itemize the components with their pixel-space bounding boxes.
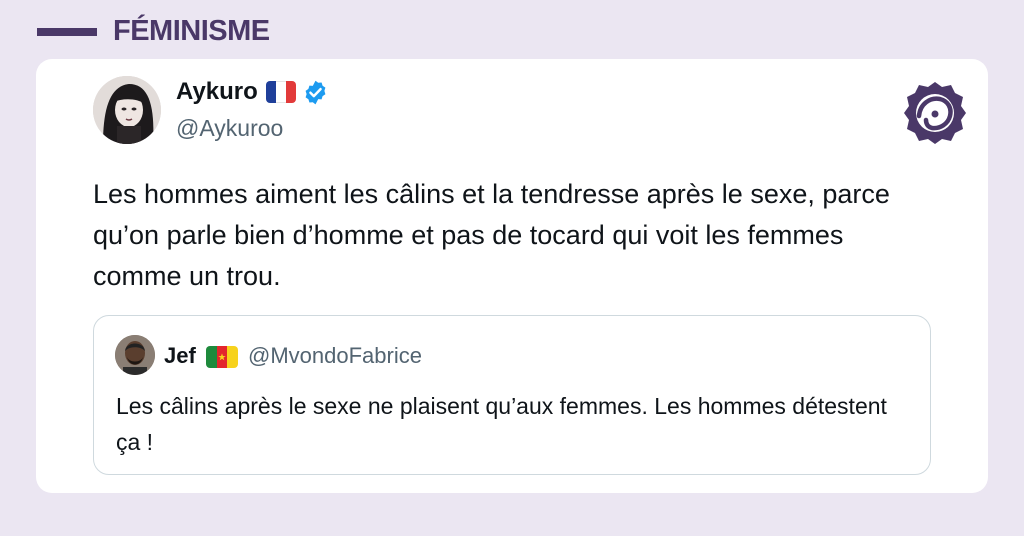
author-name-text: Aykuro — [176, 78, 258, 105]
quote-author-handle[interactable]: @MvondoFabrice — [248, 342, 422, 370]
flag-cameroon-icon — [206, 346, 238, 368]
tweet-text: Les hommes aiment les câlins et la tendr… — [93, 179, 890, 291]
author-handle[interactable]: @Aykuroo — [176, 114, 283, 142]
verified-badge-icon — [302, 79, 329, 106]
author-display-name[interactable]: Aykuro — [176, 77, 329, 107]
quote-author-name[interactable]: Jef — [164, 342, 196, 370]
category-label: FÉMINISME — [113, 15, 270, 47]
author-avatar[interactable] — [93, 76, 161, 144]
quote-author-avatar[interactable] — [115, 335, 155, 375]
flag-france-icon — [265, 81, 296, 103]
category-accent-bar — [37, 28, 97, 36]
tweet-card: Aykuro @Aykuroo Les hommes aiment les câ… — [36, 59, 988, 493]
brand-logo-icon — [902, 80, 968, 146]
quoted-tweet[interactable]: Jef @MvondoFabrice Les câlins après le s… — [93, 315, 931, 475]
quote-text: Les câlins après le sexe ne plaisent qu’… — [116, 393, 887, 455]
